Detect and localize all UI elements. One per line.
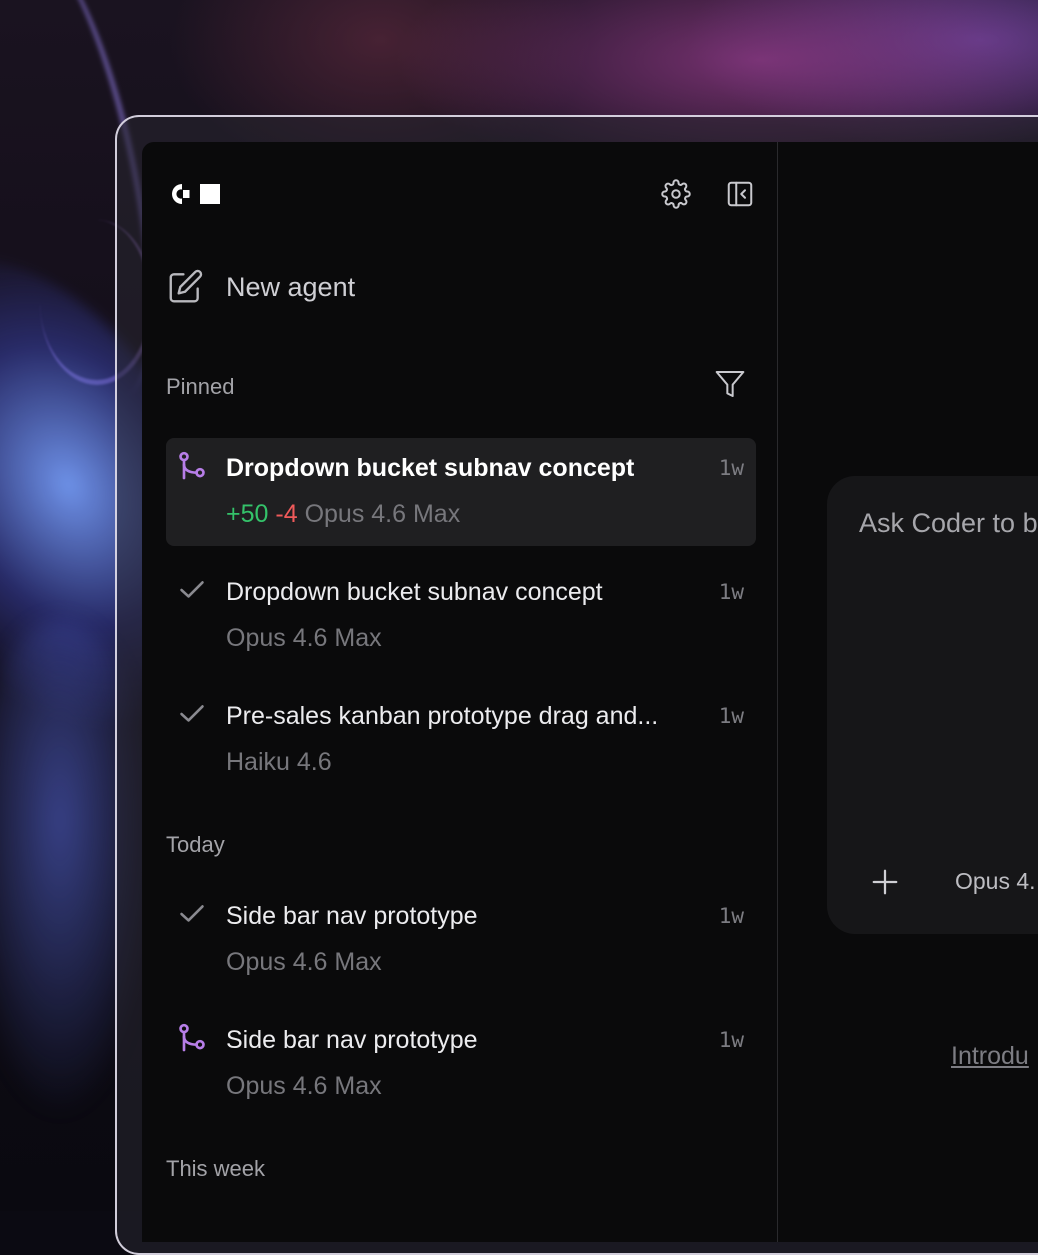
sidebar-collapse-icon xyxy=(727,181,753,207)
check-icon xyxy=(176,698,208,730)
app-logo xyxy=(172,184,220,204)
additions-count: +50 xyxy=(226,500,269,528)
agent-model: Opus 4.6 Max xyxy=(226,624,382,652)
agent-model: Opus 4.6 Max xyxy=(226,948,382,976)
deletions-count: -4 xyxy=(275,500,298,528)
new-agent-label: New agent xyxy=(226,271,356,302)
composer[interactable]: Ask Coder to b Opus 4. xyxy=(827,476,1038,934)
agent-time: 1w xyxy=(718,456,744,480)
agent-item[interactable]: Side bar nav prototype Opus 4.6 Max 1w xyxy=(166,1010,756,1118)
section-header-pinned: Pinned xyxy=(166,374,235,399)
branch-icon xyxy=(176,450,208,482)
agent-model: Opus 4.6 Max xyxy=(304,500,461,528)
composer-input[interactable]: Ask Coder to b xyxy=(859,508,1038,539)
check-icon xyxy=(176,898,208,930)
collapse-sidebar-button[interactable] xyxy=(724,178,756,210)
settings-button[interactable] xyxy=(660,178,692,210)
agent-meta: +50 -4 Opus 4.6 Max xyxy=(226,500,460,529)
agent-time: 1w xyxy=(718,904,744,928)
agent-title: Side bar nav prototype xyxy=(226,1026,478,1054)
compose-icon xyxy=(169,269,203,303)
intro-link[interactable]: Introdu xyxy=(951,1042,1029,1071)
sidebar: New agent Pinned Dropdown bucket subnav … xyxy=(142,142,778,1242)
agent-item[interactable]: Dropdown bucket subnav concept +50 -4 Op… xyxy=(166,438,756,546)
branch-icon xyxy=(176,1022,208,1054)
section-header-this-week: This week xyxy=(166,1156,266,1181)
app-window: New agent Pinned Dropdown bucket subnav … xyxy=(142,142,1038,1242)
agent-model: Opus 4.6 Max xyxy=(226,1072,382,1100)
agent-title: Dropdown bucket subnav concept xyxy=(226,578,603,606)
agent-model: Haiku 4.6 xyxy=(226,748,332,776)
agent-time: 1w xyxy=(718,580,744,604)
gear-icon xyxy=(661,179,691,209)
agent-title: Pre-sales kanban prototype drag and... xyxy=(226,702,659,730)
agent-title: Side bar nav prototype xyxy=(226,902,478,930)
agent-item[interactable]: Dropdown bucket subnav concept Opus 4.6 … xyxy=(166,562,756,670)
agent-time: 1w xyxy=(718,1028,744,1052)
agent-time: 1w xyxy=(718,704,744,728)
filter-icon xyxy=(715,371,745,397)
model-select[interactable]: Opus 4. xyxy=(955,868,1036,895)
agent-item[interactable]: Side bar nav prototype Opus 4.6 Max 1w xyxy=(166,886,756,994)
add-attachment-button[interactable] xyxy=(865,862,905,902)
main-pane: Ask Coder to b Opus 4. Introdu xyxy=(779,142,1038,1242)
check-icon xyxy=(176,574,208,606)
filter-button[interactable] xyxy=(714,368,746,400)
agent-item[interactable]: Pre-sales kanban prototype drag and... H… xyxy=(166,686,756,794)
section-header-today: Today xyxy=(166,832,225,857)
plus-icon xyxy=(872,869,898,895)
new-agent-button[interactable]: New agent xyxy=(166,266,355,308)
agent-title: Dropdown bucket subnav concept xyxy=(226,454,635,482)
